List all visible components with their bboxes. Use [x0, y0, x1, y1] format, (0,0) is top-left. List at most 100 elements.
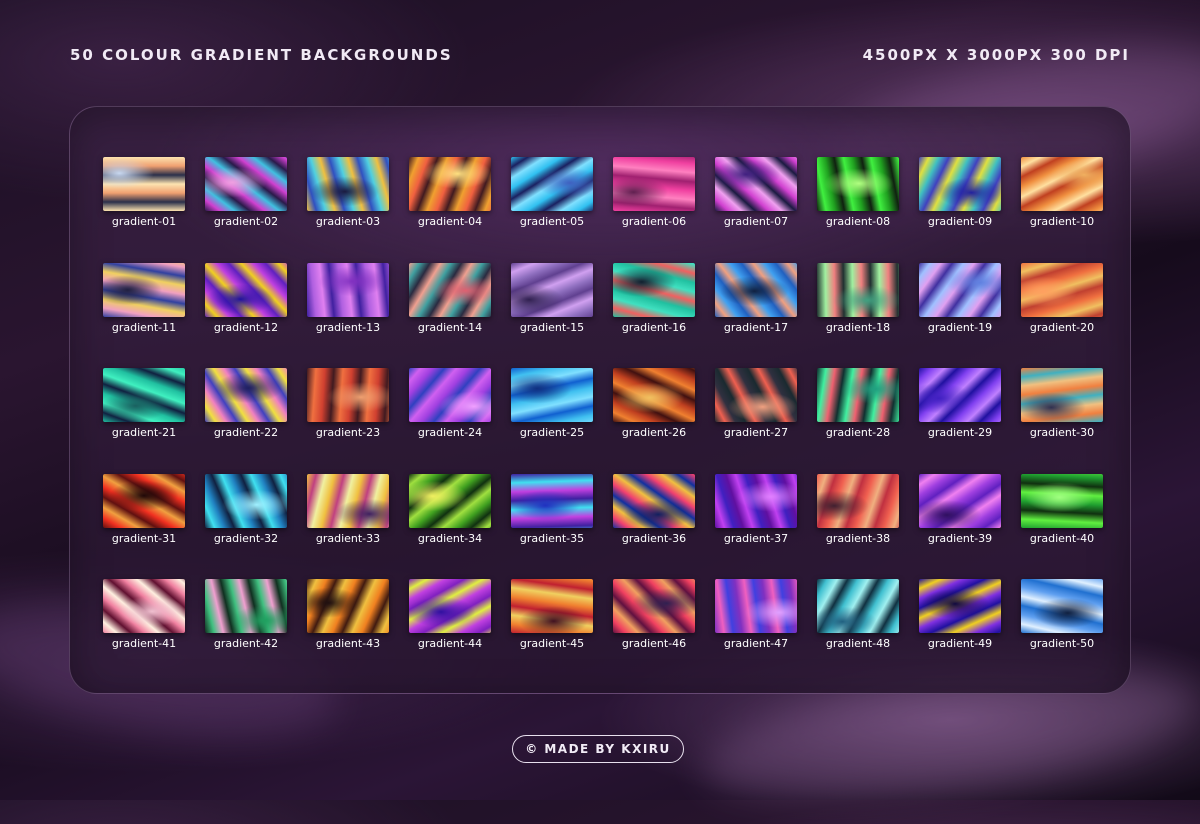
gradient-item[interactable]: gradient-13	[307, 262, 389, 369]
gradient-thumbnail[interactable]	[205, 473, 287, 528]
gradient-thumbnail[interactable]	[817, 157, 899, 211]
gradient-item[interactable]: gradient-23	[307, 368, 389, 474]
gradient-thumbnail[interactable]	[919, 473, 1001, 528]
gradient-item[interactable]: gradient-29	[919, 368, 1001, 474]
gradient-thumbnail[interactable]	[205, 157, 287, 211]
gradient-item[interactable]: gradient-22	[205, 368, 287, 474]
gradient-item[interactable]: gradient-12	[205, 262, 287, 369]
gradient-thumbnail[interactable]	[307, 157, 389, 211]
gradient-thumbnail[interactable]	[409, 473, 491, 528]
gradient-thumbnail[interactable]	[307, 368, 389, 422]
gradient-item[interactable]: gradient-06	[613, 157, 695, 263]
gradient-item[interactable]: gradient-37	[715, 473, 797, 580]
gradient-thumbnail[interactable]	[1021, 262, 1103, 317]
gradient-item[interactable]: gradient-21	[103, 368, 185, 474]
gradient-item[interactable]: gradient-30	[1021, 368, 1103, 474]
gradient-thumbnail[interactable]	[919, 262, 1001, 317]
gradient-item[interactable]: gradient-17	[715, 262, 797, 369]
gradient-item[interactable]: gradient-39	[919, 473, 1001, 580]
gradient-thumbnail[interactable]	[1021, 368, 1103, 422]
gradient-item[interactable]: gradient-49	[919, 579, 1001, 685]
gradient-thumbnail[interactable]	[103, 368, 185, 422]
gradient-thumbnail[interactable]	[205, 262, 287, 317]
gradient-thumbnail[interactable]	[817, 473, 899, 528]
gradient-thumbnail[interactable]	[613, 157, 695, 211]
gradient-thumbnail[interactable]	[103, 579, 185, 633]
gradient-item[interactable]: gradient-10	[1021, 157, 1103, 263]
gradient-item[interactable]: gradient-01	[103, 157, 185, 263]
gradient-thumbnail[interactable]	[715, 262, 797, 317]
gradient-thumbnail[interactable]	[307, 579, 389, 633]
gradient-thumbnail[interactable]	[1021, 579, 1103, 633]
gradient-item[interactable]: gradient-32	[205, 473, 287, 580]
gradient-thumbnail[interactable]	[817, 368, 899, 422]
gradient-thumbnail[interactable]	[1021, 157, 1103, 211]
gradient-item[interactable]: gradient-08	[817, 157, 899, 263]
gradient-item[interactable]: gradient-42	[205, 579, 287, 685]
gradient-item[interactable]: gradient-36	[613, 473, 695, 580]
gradient-thumbnail[interactable]	[511, 579, 593, 633]
gradient-thumbnail[interactable]	[919, 579, 1001, 633]
gradient-item[interactable]: gradient-35	[511, 473, 593, 580]
gradient-thumbnail[interactable]	[613, 368, 695, 422]
gradient-thumbnail[interactable]	[613, 262, 695, 317]
gradient-item[interactable]: gradient-02	[205, 157, 287, 263]
gradient-thumbnail[interactable]	[817, 579, 899, 633]
gradient-item[interactable]: gradient-50	[1021, 579, 1103, 685]
gradient-item[interactable]: gradient-14	[409, 262, 491, 369]
gradient-thumbnail[interactable]	[205, 579, 287, 633]
gradient-thumbnail[interactable]	[409, 579, 491, 633]
gradient-thumbnail[interactable]	[715, 368, 797, 422]
gradient-item[interactable]: gradient-19	[919, 262, 1001, 369]
gradient-thumbnail[interactable]	[205, 368, 287, 422]
gradient-item[interactable]: gradient-16	[613, 262, 695, 369]
gradient-item[interactable]: gradient-27	[715, 368, 797, 474]
gradient-thumbnail[interactable]	[919, 157, 1001, 211]
gradient-thumbnail[interactable]	[1021, 473, 1103, 528]
gradient-thumbnail[interactable]	[409, 262, 491, 317]
gradient-thumbnail[interactable]	[715, 473, 797, 528]
gradient-thumbnail[interactable]	[103, 157, 185, 211]
gradient-item[interactable]: gradient-18	[817, 262, 899, 369]
gradient-item[interactable]: gradient-24	[409, 368, 491, 474]
gradient-item[interactable]: gradient-47	[715, 579, 797, 685]
gradient-item[interactable]: gradient-40	[1021, 473, 1103, 580]
gradient-thumbnail[interactable]	[307, 473, 389, 528]
gradient-thumbnail[interactable]	[613, 473, 695, 528]
gradient-item[interactable]: gradient-25	[511, 368, 593, 474]
gradient-item[interactable]: gradient-26	[613, 368, 695, 474]
gradient-item[interactable]: gradient-03	[307, 157, 389, 263]
gradient-item[interactable]: gradient-41	[103, 579, 185, 685]
gradient-item[interactable]: gradient-44	[409, 579, 491, 685]
gradient-item[interactable]: gradient-15	[511, 262, 593, 369]
gradient-item[interactable]: gradient-34	[409, 473, 491, 580]
gradient-thumbnail[interactable]	[613, 579, 695, 633]
gradient-item[interactable]: gradient-33	[307, 473, 389, 580]
gradient-thumbnail[interactable]	[511, 473, 593, 528]
gradient-item[interactable]: gradient-48	[817, 579, 899, 685]
gradient-item[interactable]: gradient-11	[103, 262, 185, 369]
gradient-item[interactable]: gradient-04	[409, 157, 491, 263]
gradient-thumbnail[interactable]	[511, 262, 593, 317]
gradient-item[interactable]: gradient-43	[307, 579, 389, 685]
gradient-thumbnail[interactable]	[307, 262, 389, 317]
gradient-thumbnail[interactable]	[715, 579, 797, 633]
gradient-thumbnail[interactable]	[817, 262, 899, 317]
gradient-thumbnail[interactable]	[511, 368, 593, 422]
gradient-thumbnail[interactable]	[919, 368, 1001, 422]
gradient-item[interactable]: gradient-05	[511, 157, 593, 263]
gradient-thumbnail[interactable]	[409, 157, 491, 211]
gradient-item[interactable]: gradient-38	[817, 473, 899, 580]
gradient-item[interactable]: gradient-09	[919, 157, 1001, 263]
gradient-item[interactable]: gradient-20	[1021, 262, 1103, 369]
gradient-thumbnail[interactable]	[409, 368, 491, 422]
gradient-thumbnail[interactable]	[511, 157, 593, 211]
gradient-item[interactable]: gradient-31	[103, 473, 185, 580]
gradient-thumbnail[interactable]	[715, 157, 797, 211]
gradient-thumbnail[interactable]	[103, 262, 185, 317]
gradient-item[interactable]: gradient-07	[715, 157, 797, 263]
gradient-thumbnail[interactable]	[103, 473, 185, 528]
gradient-item[interactable]: gradient-28	[817, 368, 899, 474]
gradient-item[interactable]: gradient-46	[613, 579, 695, 685]
gradient-item[interactable]: gradient-45	[511, 579, 593, 685]
